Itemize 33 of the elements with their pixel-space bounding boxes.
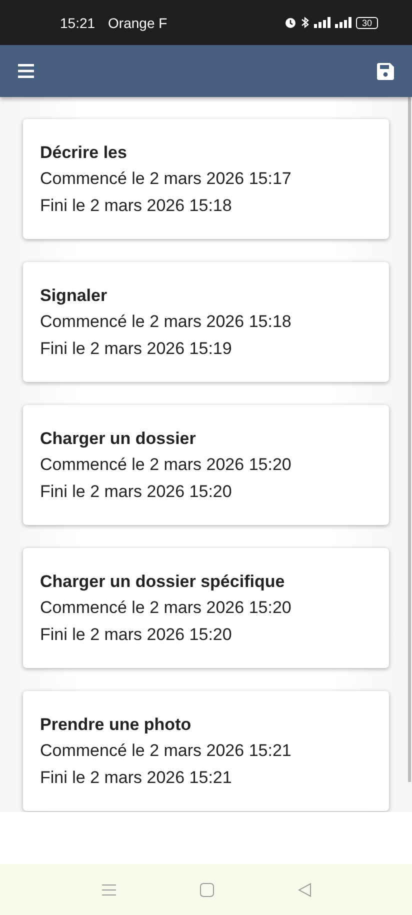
- end-time: Fini le 2 mars 2026 15:18: [40, 195, 233, 217]
- home-icon[interactable]: [200, 882, 214, 896]
- battery-indicator: 30: [356, 16, 378, 28]
- task-title: Charger un dossier: [40, 428, 197, 450]
- carrier-name: Orange F: [108, 14, 168, 30]
- end-time: Fini le 2 mars 2026 15:20: [40, 624, 233, 646]
- alarm-icon: [284, 16, 297, 29]
- menu-icon[interactable]: [18, 64, 34, 78]
- signal-icon: [334, 17, 352, 28]
- start-time: Commencé le 2 mars 2026 15:18: [40, 311, 292, 333]
- end-time: Fini le 2 mars 2026 15:20: [40, 481, 233, 503]
- task-card[interactable]: Signaler Commencé le 2 mars 2026 15:18 Fini le 2 mars 2026 15:19: [23, 262, 389, 382]
- start-time: Commencé le 2 mars 2026 15:17: [40, 168, 292, 190]
- end-time: Fini le 2 mars 2026 15:19: [40, 338, 233, 360]
- task-card[interactable]: Charger un dossier Commencé le 2 mars 2026 15:20 Fini le 2 mars 2026 15:20: [23, 405, 389, 525]
- scrollbar[interactable]: [408, 97, 411, 782]
- end-time: Fini le 2 mars 2026 15:21: [40, 767, 233, 789]
- save-icon[interactable]: [377, 62, 394, 80]
- start-time: Commencé le 2 mars 2026 15:20: [40, 454, 292, 476]
- start-time: Commencé le 2 mars 2026 15:20: [40, 597, 292, 619]
- bluetooth-icon: [300, 16, 310, 29]
- task-card[interactable]: Prendre une photo Commencé le 2 mars 2026 15:21 Fini le 2 mars 2026 15:21: [23, 691, 389, 811]
- task-card[interactable]: Décrire les Commencé le 2 mars 2026 15:17 Fini le 2 mars 2026 15:18: [23, 119, 389, 239]
- start-time: Commencé le 2 mars 2026 15:21: [40, 740, 292, 762]
- task-card[interactable]: Charger un dossier spécifique Commencé le 2 mars 2026 15:20 Fini le 2 mars 2026 15:20: [23, 548, 389, 668]
- task-title: Décrire les: [40, 142, 128, 164]
- task-title: Signaler: [40, 285, 108, 307]
- recent-apps-icon[interactable]: [102, 884, 116, 896]
- task-title: Prendre une photo: [40, 714, 192, 736]
- signal-icon: [314, 17, 331, 28]
- back-icon[interactable]: [298, 882, 310, 896]
- status-time: 15:21: [60, 14, 96, 30]
- task-title: Charger un dossier spécifique: [40, 571, 286, 593]
